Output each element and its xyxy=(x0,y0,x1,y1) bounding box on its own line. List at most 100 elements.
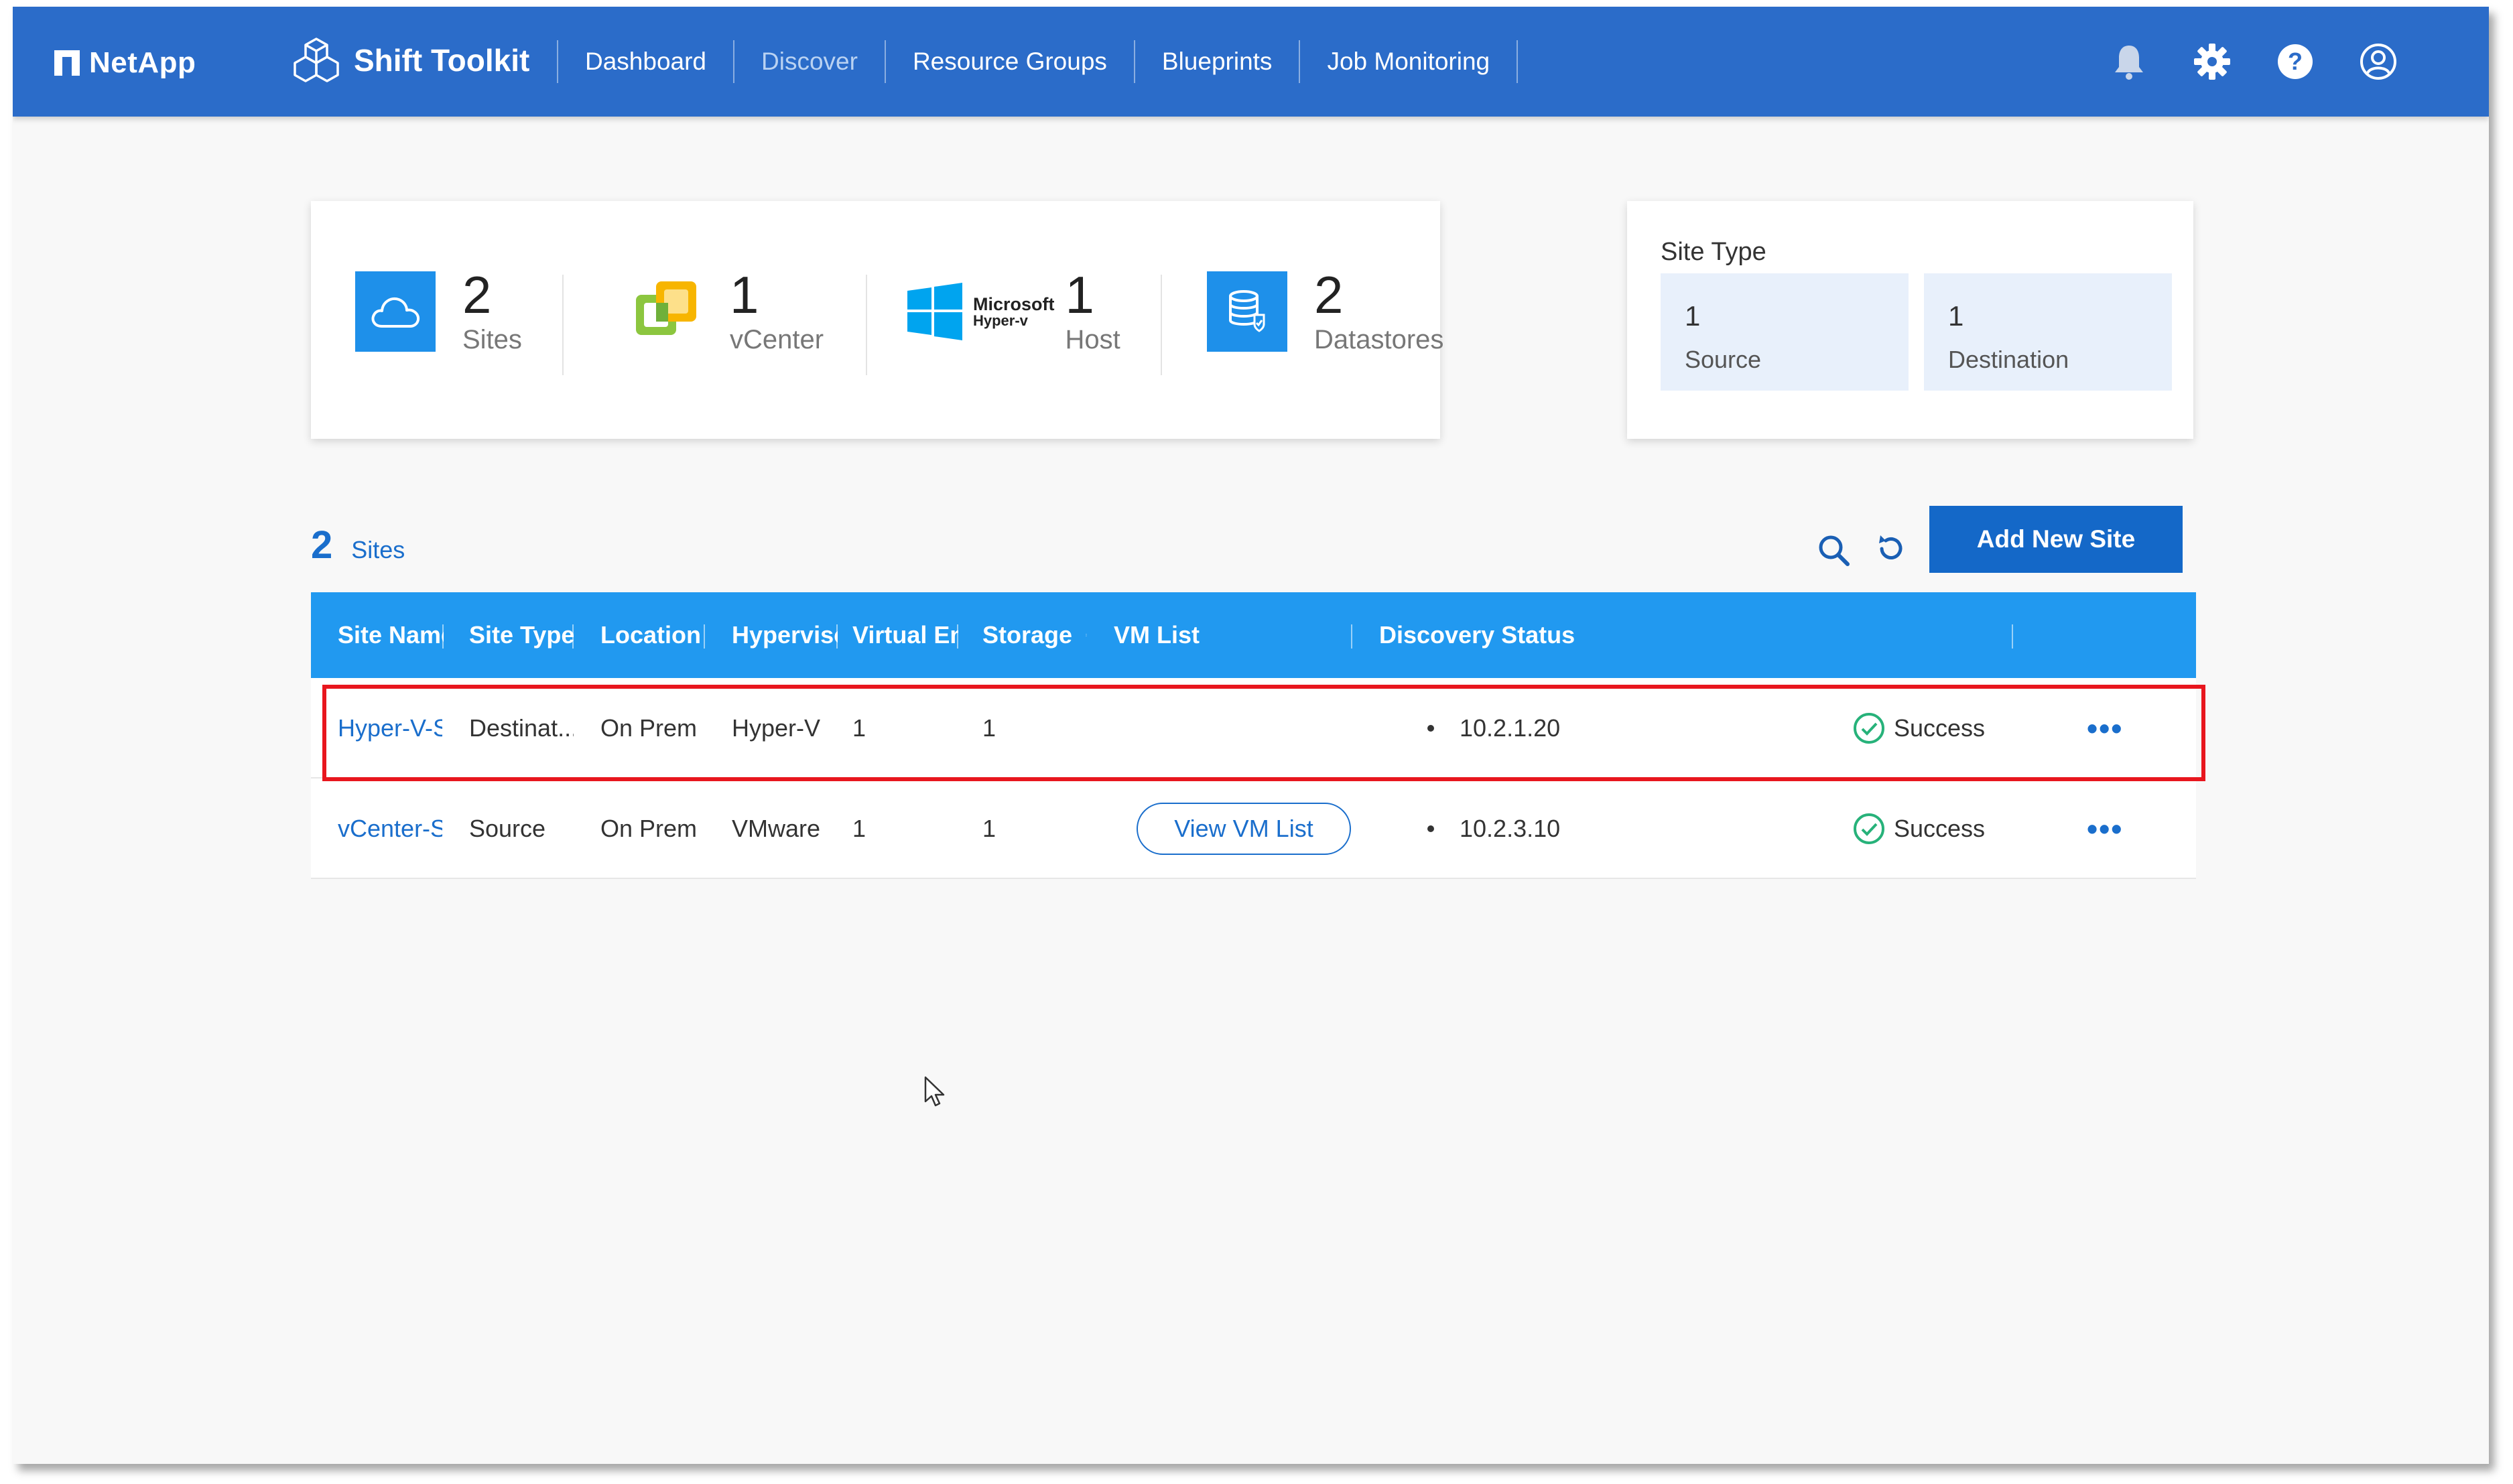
location-cell: On Prem xyxy=(600,714,698,742)
search-icon[interactable] xyxy=(1814,531,1853,569)
sites-heading-count: 2 xyxy=(311,523,333,567)
virtual-env-cell: 1 xyxy=(852,815,866,842)
column-header-storage[interactable]: Storage xyxy=(956,592,1087,678)
column-header-virtual-env[interactable]: Virtual Env xyxy=(826,592,958,678)
column-label: Storage xyxy=(982,621,1073,649)
stat-datastores: 2 Datastores xyxy=(1207,268,1443,355)
bell-icon[interactable] xyxy=(2109,42,2149,82)
vm-list-cell: View VM List xyxy=(1137,779,1364,879)
svg-text:?: ? xyxy=(2288,48,2303,75)
column-header-discovery-status[interactable]: Discovery Status xyxy=(1352,592,2013,678)
status-cell: Success xyxy=(1852,678,2026,779)
more-icon[interactable]: ••• xyxy=(2087,710,2123,746)
status-text: Success xyxy=(1894,714,1986,742)
row-actions-menu[interactable]: ••• xyxy=(2087,678,2154,779)
hyper-v-logo: Microsoft Hyper-v xyxy=(906,283,1055,340)
windows-icon xyxy=(907,283,962,340)
view-vm-list-button[interactable]: View VM List xyxy=(1137,803,1351,855)
column-label: Hypervisor xyxy=(732,621,838,649)
source-count: 1 xyxy=(1685,300,1701,332)
netapp-logo[interactable]: NetApp xyxy=(54,46,196,80)
summary-card: 2 Sites 1 vCenter Microsoft Hyper-v 1 Ho… xyxy=(311,201,1443,439)
table-header: Site Name Site Type Location Hypervisor … xyxy=(311,592,2196,678)
shift-toolkit-icon xyxy=(294,38,339,82)
status-cell: Success xyxy=(1852,779,2026,879)
site-type-cell: Destinat... xyxy=(469,714,574,742)
nav-blueprints[interactable]: Blueprints xyxy=(1135,40,1301,83)
nav-dashboard[interactable]: Dashboard xyxy=(557,40,735,83)
sites-count: 2 xyxy=(462,265,492,324)
refresh-icon[interactable] xyxy=(1872,529,1911,568)
header-actions: ? xyxy=(2109,42,2398,82)
sites-heading: 2 Sites xyxy=(311,523,405,567)
microsoft-label: Microsoft xyxy=(973,293,1055,314)
source-count-box[interactable]: 1 Source xyxy=(1661,273,1909,391)
table-row[interactable]: Hyper-V-S Destinat... On Prem Hyper-V 1 … xyxy=(311,678,2196,779)
column-header-hypervisor[interactable]: Hypervisor xyxy=(705,592,838,678)
virtual-env-cell: 1 xyxy=(852,714,866,742)
main-nav: Dashboard Discover Resource Groups Bluep… xyxy=(557,40,1519,83)
success-check-icon xyxy=(1854,713,1884,744)
host-label: Host xyxy=(1065,324,1120,354)
stat-vcenter: 1 vCenter xyxy=(629,268,824,355)
divider xyxy=(866,275,867,375)
site-type-title: Site Type xyxy=(1661,238,1766,266)
column-header-site-name[interactable]: Site Name xyxy=(311,592,444,678)
column-header-location[interactable]: Location xyxy=(574,592,705,678)
location-cell: On Prem xyxy=(600,815,698,842)
netapp-logo-mark xyxy=(54,50,80,76)
divider xyxy=(1161,275,1162,375)
column-header-site-type[interactable]: Site Type xyxy=(442,592,574,678)
help-icon[interactable]: ? xyxy=(2275,42,2315,82)
vcenter-label: vCenter xyxy=(730,324,824,354)
storage-cell: 1 xyxy=(982,714,996,742)
stat-host: Microsoft Hyper-v 1 Host xyxy=(906,268,1120,355)
cloud-icon xyxy=(355,271,436,352)
hypervisor-cell: Hyper-V xyxy=(732,714,821,742)
datastores-label: Datastores xyxy=(1314,324,1444,354)
host-count: 1 xyxy=(1065,265,1094,324)
add-new-site-button[interactable]: Add New Site xyxy=(1929,506,2183,573)
sites-heading-label: Sites xyxy=(351,536,405,563)
site-name-link[interactable]: Hyper-V-S xyxy=(338,678,442,779)
column-label: Site Name xyxy=(338,621,444,649)
vcenter-icon xyxy=(636,281,696,335)
ip-cell: 10.2.1.20 xyxy=(1427,678,1628,779)
site-name-link[interactable]: vCenter-Si xyxy=(338,779,442,879)
sites-label: Sites xyxy=(462,324,522,354)
app-window: NetApp Shift Toolkit Dashboard Discover … xyxy=(13,7,2489,1464)
ip-address: 10.2.1.20 xyxy=(1460,714,1561,742)
stat-sites: 2 Sites xyxy=(355,268,522,355)
nav-job-monitoring[interactable]: Job Monitoring xyxy=(1300,40,1519,83)
column-label: VM List xyxy=(1114,621,1200,649)
datastores-count: 2 xyxy=(1314,265,1344,324)
ip-address: 10.2.3.10 xyxy=(1460,815,1561,842)
destination-label: Destination xyxy=(1948,346,2069,373)
column-label: Site Type xyxy=(469,621,574,649)
status-text: Success xyxy=(1894,815,1986,842)
source-label: Source xyxy=(1685,346,1762,373)
datastore-icon xyxy=(1207,271,1287,352)
more-icon[interactable]: ••• xyxy=(2087,811,2123,847)
site-type-cell: Source xyxy=(469,815,546,842)
nav-discover[interactable]: Discover xyxy=(734,40,886,83)
site-type-card: Site Type 1 Source 1 Destination xyxy=(1627,201,2193,439)
bullet xyxy=(1427,825,1434,832)
hypervisor-cell: VMware xyxy=(732,815,821,842)
bullet xyxy=(1427,725,1434,732)
product-name: Shift Toolkit xyxy=(354,43,530,78)
top-navigation-bar: NetApp Shift Toolkit Dashboard Discover … xyxy=(13,7,2489,117)
column-label: Discovery Status xyxy=(1379,621,1575,649)
product-title[interactable]: Shift Toolkit xyxy=(291,33,529,87)
column-header-vm-list[interactable]: VM List xyxy=(1087,592,1352,678)
hyper-v-label: Hyper-v xyxy=(973,312,1028,329)
gear-icon[interactable] xyxy=(2192,42,2232,82)
success-check-icon xyxy=(1854,813,1884,844)
destination-count-box[interactable]: 1 Destination xyxy=(1924,273,2172,391)
user-icon[interactable] xyxy=(2358,42,2398,82)
column-label: Virtual Env xyxy=(852,621,958,649)
table-row[interactable]: vCenter-Si Source On Prem VMware 1 1 Vie… xyxy=(311,779,2196,879)
row-actions-menu[interactable]: ••• xyxy=(2087,779,2154,879)
brand-name: NetApp xyxy=(89,46,196,79)
nav-resource-groups[interactable]: Resource Groups xyxy=(886,40,1135,83)
